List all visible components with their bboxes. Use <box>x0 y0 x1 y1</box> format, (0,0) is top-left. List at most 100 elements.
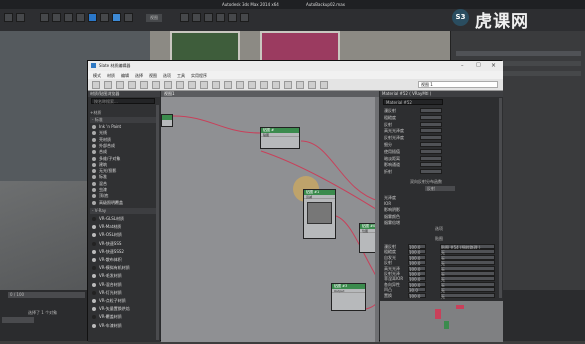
material-list-item[interactable]: VR-模拟有机材质 <box>92 265 130 271</box>
map-amount-input[interactable]: 100.0 <box>408 276 426 282</box>
curve-editor-button[interactable] <box>192 13 201 22</box>
slate-tool-button[interactable] <box>296 81 304 89</box>
param-input[interactable] <box>420 135 442 141</box>
props-scrollbar[interactable] <box>499 98 502 298</box>
param-input[interactable] <box>420 121 442 127</box>
map-amount-input[interactable]: 100.0 <box>408 271 426 277</box>
material-list-item[interactable]: 多维/子对象 <box>92 156 120 162</box>
map-slot-button[interactable]: 无 <box>440 281 495 288</box>
schematic-button[interactable] <box>204 13 213 22</box>
minimize-icon[interactable]: – <box>461 63 464 69</box>
map-slot-button[interactable]: 无 <box>440 271 495 277</box>
maps-section[interactable]: 贴图 <box>435 236 443 242</box>
material-list-item[interactable]: 光线 <box>92 130 107 136</box>
node-partial[interactable] <box>161 114 173 127</box>
view-dropdown[interactable]: 视图 <box>146 14 162 22</box>
map-slot-button[interactable]: 无 <box>440 260 495 266</box>
slate-tool-button[interactable] <box>116 81 124 89</box>
options-section[interactable]: 选项 <box>435 226 443 232</box>
param-input[interactable] <box>420 128 442 134</box>
slate-tool-button[interactable] <box>104 81 112 89</box>
browser-search-input[interactable]: 按名称搜索... <box>91 98 155 104</box>
slate-tool-button[interactable] <box>212 81 220 89</box>
slate-tool-button[interactable] <box>128 81 136 89</box>
param-input[interactable] <box>420 169 442 175</box>
slate-tool-button[interactable] <box>236 81 244 89</box>
slate-tool-button[interactable] <box>140 81 148 89</box>
time-slider[interactable]: 0 / 100 <box>8 292 85 298</box>
material-list-item[interactable]: VR-快速SSS <box>92 241 121 247</box>
material-list-item[interactable]: VR-快速SSS2 <box>92 249 124 255</box>
material-list-item[interactable]: 高级照明覆盖 <box>92 200 123 206</box>
map-amount-input[interactable]: 100.0 <box>408 249 426 255</box>
material-list-item[interactable]: VR-覆盖材质 <box>92 314 122 320</box>
map-slot-button[interactable]: 无 <box>440 249 495 255</box>
slate-tool-button[interactable] <box>260 81 268 89</box>
material-list-item[interactable]: VR-毛发材质 <box>92 273 122 279</box>
material-list-item[interactable]: VR-GLSL材质 <box>92 216 124 222</box>
view-select[interactable]: 视图 1 <box>418 81 498 88</box>
scale-button[interactable] <box>88 13 97 22</box>
map-amount-input[interactable]: 100.0 <box>408 254 426 261</box>
slate-tool-button[interactable] <box>164 81 172 89</box>
slate-tool-button[interactable] <box>248 81 256 89</box>
material-list-item[interactable]: VR-点粒子材质 <box>92 298 126 304</box>
section-vray[interactable]: - V-Ray <box>90 208 156 214</box>
slate-tool-button[interactable] <box>152 81 160 89</box>
map-slot-button[interactable]: 无 <box>440 292 495 299</box>
slate-tool-button[interactable] <box>308 81 316 89</box>
map-amount-input[interactable]: 100.0 <box>408 260 426 266</box>
map-amount-input[interactable]: 100.0 <box>408 281 426 288</box>
select-button[interactable] <box>40 13 49 22</box>
material-list-item[interactable]: 顶/底 <box>92 193 108 199</box>
map-slot-button[interactable]: 贴图 #54 (细纹路理 ) <box>440 244 495 250</box>
angle-snap-button[interactable] <box>112 13 121 22</box>
material-list-item[interactable]: VR-OSL材质 <box>92 232 122 238</box>
move-button[interactable] <box>64 13 73 22</box>
section-standard[interactable]: - 标准 <box>90 117 156 123</box>
slate-tool-button[interactable] <box>284 81 292 89</box>
render-button[interactable] <box>240 13 249 22</box>
material-list-item[interactable]: 壳材质 <box>92 137 111 143</box>
slate-tool-button[interactable] <box>176 81 184 89</box>
map-slot-button[interactable]: 无 <box>440 254 495 261</box>
navigator-panel[interactable] <box>380 301 503 342</box>
browser-scrollbar[interactable] <box>156 105 159 340</box>
material-list-item[interactable]: 合成 <box>92 149 107 155</box>
node-map[interactable]: 贴图 # 贴图 <box>260 127 300 149</box>
panel-tab[interactable] <box>456 51 581 56</box>
layer-button[interactable] <box>180 13 189 22</box>
rotate-button[interactable] <box>76 13 85 22</box>
material-list-item[interactable]: VR-混合材质 <box>92 282 122 288</box>
material-list-item[interactable]: VR-车漆材质 <box>92 323 122 329</box>
map-slot-button[interactable]: 无 <box>440 276 495 282</box>
undo-button[interactable] <box>4 13 13 22</box>
param-input[interactable] <box>420 162 442 168</box>
map-amount-input[interactable]: 100.0 <box>408 292 426 299</box>
map-amount-input[interactable]: 100.0 <box>408 244 426 250</box>
node-falloff[interactable]: 贴图 #1 衰减 <box>303 189 336 239</box>
map-amount-input[interactable]: 30.0 <box>408 287 426 293</box>
render-setup-button[interactable] <box>228 13 237 22</box>
node-output[interactable]: 贴图 #3 Output <box>331 283 366 311</box>
param-input[interactable] <box>420 108 442 113</box>
graph-scrollbar[interactable] <box>375 97 379 342</box>
material-list-item[interactable]: 混合 <box>92 181 107 187</box>
material-list-item[interactable]: VR-Mat材质 <box>92 224 121 230</box>
close-icon[interactable]: × <box>491 62 496 69</box>
param-input[interactable] <box>420 155 442 161</box>
material-name-field[interactable]: Material #52 <box>383 99 443 105</box>
select-region-button[interactable] <box>52 13 61 22</box>
material-list-item[interactable]: 建筑 <box>92 162 107 168</box>
slate-tool-button[interactable] <box>92 81 100 89</box>
slate-tool-button[interactable] <box>188 81 196 89</box>
material-list-item[interactable]: 外部合成 <box>92 143 115 149</box>
material-editor-button[interactable] <box>216 13 225 22</box>
redo-button[interactable] <box>16 13 25 22</box>
node-graph-view[interactable]: 视图1 贴图 # 贴图 贴图 #1 衰减 贴图 #0 位图 贴图 #3 Outp… <box>161 91 379 342</box>
maximize-icon[interactable]: □ <box>476 62 481 68</box>
snap-button[interactable] <box>100 13 109 22</box>
map-slot-button[interactable]: 无 <box>440 287 495 293</box>
slate-tool-button[interactable] <box>320 81 328 89</box>
slate-tool-button[interactable] <box>200 81 208 89</box>
